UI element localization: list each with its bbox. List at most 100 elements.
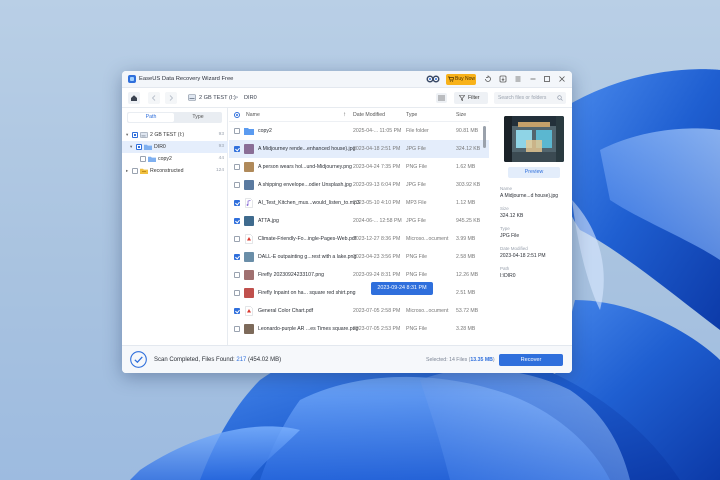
drive-icon (140, 132, 148, 138)
arrow-left-icon (151, 95, 156, 101)
row-checkbox[interactable] (234, 290, 240, 296)
filter-button[interactable]: Filter (454, 92, 488, 104)
collapse-icon[interactable]: ▾ (130, 141, 135, 153)
row-checkbox[interactable] (234, 326, 240, 332)
file-row[interactable]: ATTA.jpg 2024-06-... 12:58 PM JPG File 945.… (229, 212, 489, 230)
file-row[interactable]: Firefly 20230924233107.png 2023-09-24 8:3… (229, 266, 489, 284)
export-icon[interactable] (499, 75, 507, 83)
file-date: 2023-07-05 2:53 PM (353, 326, 401, 332)
row-checkbox[interactable] (234, 128, 240, 134)
expand-icon[interactable]: ▸ (126, 165, 131, 177)
file-size: 945.25 KB (456, 218, 481, 224)
row-checkbox[interactable] (234, 254, 240, 260)
file-name: General Color Chart.pdf (258, 308, 314, 314)
sort-arrow-icon[interactable]: ↑ (343, 108, 346, 122)
collapse-icon[interactable]: ▾ (126, 129, 131, 141)
file-type: PNG File (406, 254, 428, 260)
row-checkbox[interactable] (234, 272, 240, 278)
column-name[interactable]: Name (246, 108, 260, 122)
row-checkbox[interactable] (234, 182, 240, 188)
file-size: 1.62 MB (456, 164, 476, 170)
tree-item-label: Reconstructed (150, 168, 184, 174)
recover-button[interactable]: Recover (499, 354, 563, 366)
row-checkbox[interactable] (234, 308, 240, 314)
search-input[interactable] (494, 92, 566, 104)
preview-button[interactable]: Preview (508, 167, 560, 178)
column-size[interactable]: Size (456, 108, 466, 122)
date-tooltip: 2023-09-24 8:31 PM (371, 282, 433, 295)
owl-mascot-icon[interactable] (426, 74, 440, 84)
select-all-checkbox[interactable] (234, 112, 240, 118)
column-type[interactable]: Type (406, 108, 417, 122)
minimize-icon[interactable] (529, 75, 537, 83)
file-size: 3.99 MB (456, 236, 476, 242)
file-row[interactable]: A shipping envelope...odier Unsplash.jpg… (229, 176, 489, 194)
tree-item-copy2[interactable]: copy2 44 (122, 153, 228, 165)
file-row[interactable]: AI_Test_Kitchen_mus...would_listen_to.mp… (229, 194, 489, 212)
scrollbar[interactable] (483, 122, 487, 345)
file-type: PNG File (406, 164, 428, 170)
pdf-file-icon (244, 234, 254, 244)
list-view-button[interactable] (436, 93, 447, 103)
tree-item-dir0[interactable]: ▾ DIR0 93 (122, 141, 228, 153)
folder-icon (244, 126, 254, 136)
file-size: 53.72 MB (456, 308, 479, 314)
file-type: Microso...ocument (406, 308, 449, 314)
meta-size-label: Size (500, 206, 509, 211)
breadcrumb-folder[interactable]: DIR0 (244, 95, 257, 101)
file-row[interactable]: DALL-E outpainting g...rest with a lake.… (229, 248, 489, 266)
file-row[interactable]: General Color Chart.pdf 2023-07-05 2:58 P… (229, 302, 489, 320)
row-checkbox[interactable] (234, 218, 240, 224)
menu-icon[interactable] (514, 75, 522, 83)
search-icon[interactable] (557, 95, 563, 101)
tab-type[interactable]: Type (175, 113, 221, 122)
row-checkbox[interactable] (234, 236, 240, 242)
tree-checkbox[interactable] (132, 132, 138, 138)
file-row[interactable]: A person wears hol...und-Midjourney.png 2… (229, 158, 489, 176)
close-icon[interactable] (558, 75, 566, 83)
forward-button[interactable] (165, 92, 177, 104)
home-button[interactable] (128, 92, 140, 104)
file-name: DALL-E outpainting g...rest with a lake.… (258, 254, 357, 260)
file-row[interactable]: Climate-Friendly-Fo...ingle-Pages-Web.pd… (229, 230, 489, 248)
back-button[interactable] (148, 92, 160, 104)
maximize-icon[interactable] (543, 75, 551, 83)
file-name: copy2 (258, 128, 272, 134)
file-name: AI_Test_Kitchen_mus...would_listen_to.mp… (258, 200, 360, 206)
preview-pane: Preview Name A Midjourne...d house).jpg … (496, 108, 572, 345)
breadcrumb-drive[interactable]: 2 GB TEST (I:) (199, 95, 236, 101)
file-size: 324.12 KB (456, 146, 481, 152)
file-row[interactable]: Leonardo-purple AR ...es Times square.pn… (229, 320, 489, 338)
row-checkbox[interactable] (234, 164, 240, 170)
file-row[interactable]: copy2 2025-04-... 11:05 PM File folder 90.8… (229, 122, 489, 140)
row-checkbox[interactable] (234, 146, 240, 152)
file-type: MP3 File (406, 200, 427, 206)
file-name: A person wears hol...und-Midjourney.png (258, 164, 352, 170)
column-date-modified[interactable]: Date Modified (353, 108, 385, 122)
files-found-count: 217 (236, 357, 247, 363)
tree-checkbox[interactable] (136, 144, 142, 150)
meta-date-label: Date Modified (500, 246, 528, 251)
file-date: 2023-04-24 7:35 PM (353, 164, 401, 170)
meta-date-value: 2023-04-18 2:51 PM (500, 253, 546, 259)
row-checkbox[interactable] (234, 200, 240, 206)
pdf-file-icon (244, 306, 254, 316)
image-thumbnail (244, 324, 254, 334)
file-type: Microso...ocument (406, 236, 449, 242)
scrollbar-thumb[interactable] (483, 126, 486, 148)
file-type: PNG File (406, 326, 428, 332)
tree-checkbox[interactable] (132, 168, 138, 174)
file-row[interactable]: Firefly Inpaint on ha... square red shir… (229, 284, 489, 302)
tree-item-label: 2 GB TEST (I:) (150, 132, 185, 138)
tab-path[interactable]: Path (128, 113, 174, 122)
file-size: 2.51 MB (456, 290, 476, 296)
tree-checkbox[interactable] (140, 156, 146, 162)
tree-item-drive[interactable]: ▾ 2 GB TEST (I:) 93 (122, 129, 228, 141)
meta-name-label: Name (500, 186, 513, 191)
tree-item-reconstructed[interactable]: ▸ Reconstructed 124 (122, 165, 228, 177)
folder-icon (148, 156, 156, 162)
buy-now-button[interactable]: Buy Now (446, 74, 476, 85)
file-date: 2023-09-13 6:04 PM (353, 182, 401, 188)
feedback-icon[interactable] (484, 75, 492, 83)
file-row[interactable]: A Midjourney rende...enhanced house).jpg… (229, 140, 489, 158)
